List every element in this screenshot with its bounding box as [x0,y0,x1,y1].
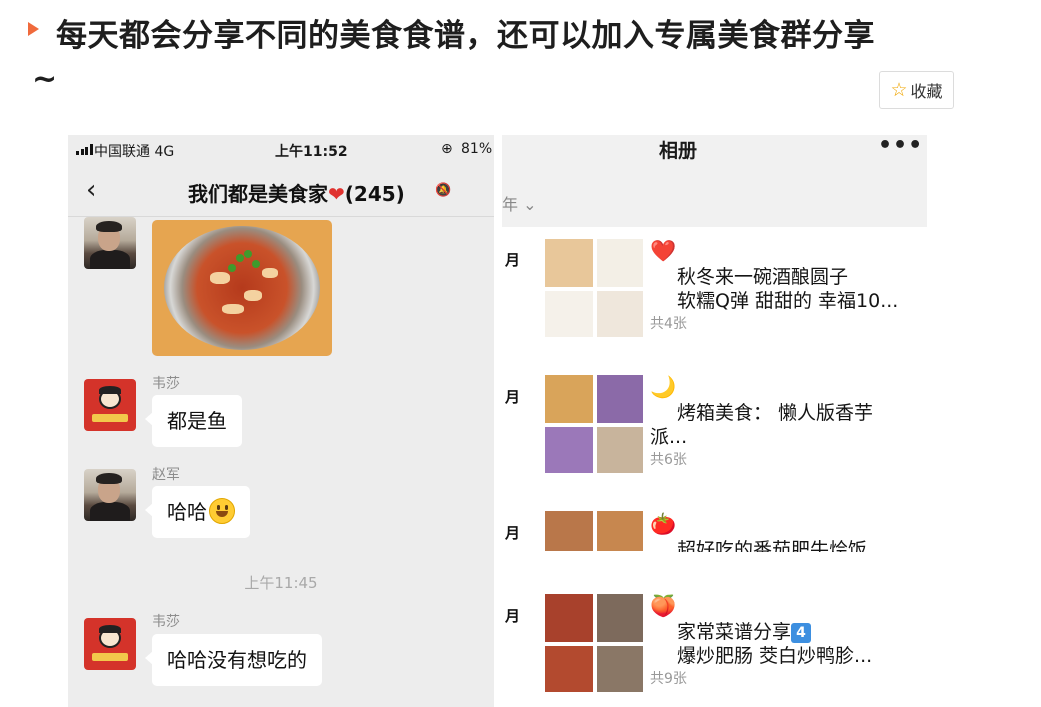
album-month-label: 月 [505,524,521,542]
status-bar: 中国联通 4G 上午11:52 ⊕ 81% [68,135,494,165]
year-filter-dropdown[interactable]: 年 ⌄ [502,191,537,215]
album-entry-subtitle: 爆炒肥肠 茭白炒鸭胗... [677,645,873,667]
album-entry-title-row: 家常菜谱分享 4 [650,620,920,644]
smiley-emoji-icon [209,498,235,524]
album-thumbnails[interactable] [545,511,643,551]
favorite-button[interactable]: ☆ 收藏 [879,71,954,109]
album-thumbnails[interactable] [545,375,643,473]
album-month-label: 月 [505,388,521,406]
status-time: 上午11:52 [275,144,348,160]
album-entry-title: 烤箱美食： 懒人版香芋 [677,402,874,424]
message-bubble[interactable]: 都是鱼 [145,395,242,447]
moon-emoji-icon: 🌙 [650,375,677,399]
chat-screenshot: 中国联通 4G 上午11:52 ⊕ 81% ‹ 我们都是美食家❤(245) 🔕 … [68,135,494,707]
album-month-label: 月 [505,607,521,625]
album-entry-title: 秋冬来一碗酒酿圆子 [677,266,849,288]
album-month-label: 月 [505,251,521,269]
avatar[interactable] [84,217,136,269]
food-photo-message[interactable] [152,220,332,356]
message-bubble[interactable]: 哈哈 [145,486,250,538]
heading-bullet-icon [28,22,39,36]
peach-emoji-icon: 🍑 [650,594,677,618]
album-thumbnails[interactable] [545,594,643,692]
group-title: 我们都是美食家❤(245) [188,178,405,207]
battery-label: 81% [461,141,493,157]
article-title-tail: ~ [32,62,58,97]
more-options-icon[interactable]: ••• [878,135,923,158]
album-title: 相册 [659,140,698,162]
heart-icon: ❤ [328,182,345,206]
album-photo-count: 共6张 [650,452,687,468]
album-entry-title: 家常菜谱分享 [677,621,792,643]
chat-nav-bar: ‹ 我们都是美食家❤(245) 🔕 [68,165,494,217]
album-entry-subtitle: 软糯Q弹 甜甜的 幸福10... [677,290,899,312]
album-screenshot: 相册 ••• 年 ⌄ 月 ❤️ 秋冬来一碗酒酿圆子 软糯Q弹 甜甜的 幸福10.… [502,135,927,707]
rotation-lock-icon: ⊕ [441,141,453,157]
member-count: (245) [344,182,405,206]
album-entry[interactable]: 🍑 家常菜谱分享 4 爆炒肥肠 茭白炒鸭胗... 共9张 [650,592,920,688]
tomato-emoji-icon: 🍅 [650,512,677,536]
avatar[interactable] [84,379,136,431]
album-photo-count: 共9张 [650,671,687,687]
article-title: 每天都会分享不同的美食食谱，还可以加入专属美食群分享 [56,18,875,54]
album-entry-title: 超好吃的番茄肥牛烩饭 [677,539,868,552]
album-entry[interactable]: 🍅 超好吃的番茄肥牛烩饭 [650,510,920,552]
message-bubble[interactable]: 哈哈没有想吃的 [145,634,322,686]
sender-name: 韦莎 [152,376,180,392]
album-photo-count: 共4张 [650,316,687,332]
album-entry-subtitle: 派... [650,426,688,448]
star-outline-icon: ☆ [890,78,908,101]
avatar[interactable] [84,469,136,521]
album-entry[interactable]: 🌙 烤箱美食： 懒人版香芋 派... 共6张 [650,373,920,469]
favorite-label: 收藏 [910,82,943,101]
sender-name: 赵军 [152,467,180,483]
sender-name: 韦莎 [152,614,180,630]
mute-bell-icon: 🔕 [435,183,452,198]
signal-icon [76,144,93,155]
heart-emoji-icon: ❤️ [650,239,677,263]
number-badge: 4 [791,623,812,643]
message-text: 哈哈 [167,500,207,524]
album-entry[interactable]: ❤️ 秋冬来一碗酒酿圆子 软糯Q弹 甜甜的 幸福10... 共4张 [650,237,920,333]
time-separator: 上午11:45 [244,574,318,592]
album-nav-bar: 相册 ••• 年 ⌄ [502,135,927,227]
group-name: 我们都是美食家 [188,182,328,206]
back-arrow-icon[interactable]: ‹ [86,175,96,205]
album-thumbnails[interactable] [545,239,643,337]
avatar[interactable] [84,618,136,670]
carrier-label: 中国联通 4G [94,144,175,160]
